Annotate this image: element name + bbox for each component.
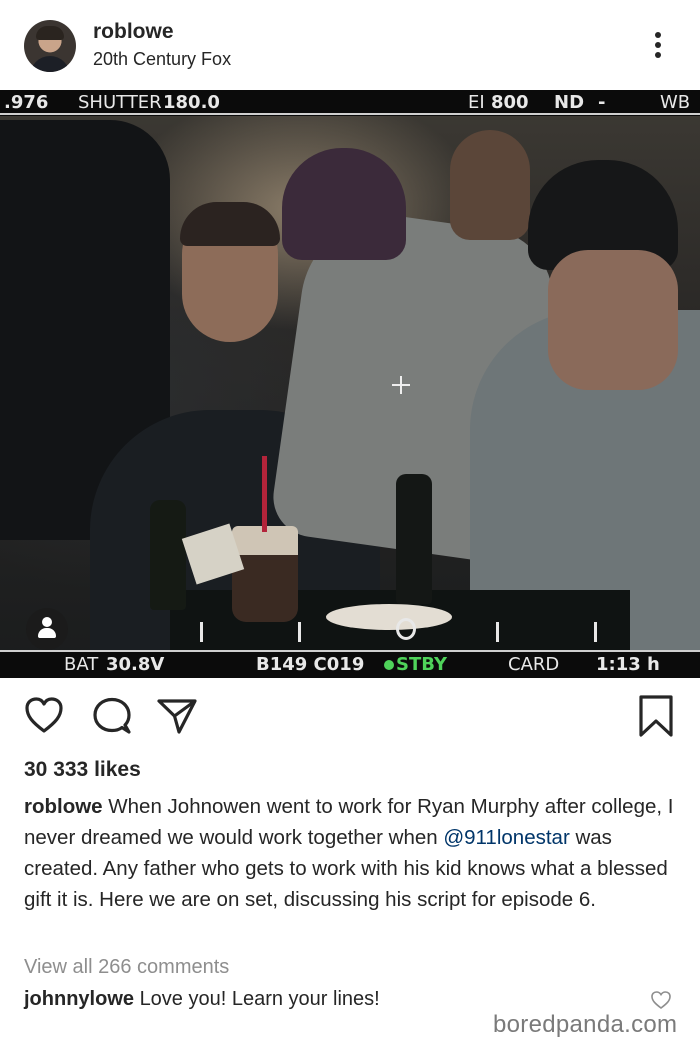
share-direct-icon[interactable] — [156, 697, 198, 735]
time-remaining: 1:13 h — [596, 654, 660, 675]
camera-hud-bottom: BAT 30.8V B149 C019 STBY CARD 1:13 h — [0, 650, 700, 678]
hud-tick-mark — [496, 622, 499, 642]
plate — [326, 604, 452, 630]
camera-hud-top: .976 SHUTTER 180.0 EI 800 ND - WB — [0, 90, 700, 116]
battery-label: BAT — [64, 654, 99, 675]
like-heart-icon[interactable] — [24, 696, 64, 734]
save-bookmark-icon[interactable] — [638, 694, 674, 738]
status-dot-icon — [384, 660, 394, 670]
post-username[interactable]: roblowe — [93, 20, 174, 44]
standby-status-text: STBY — [396, 654, 448, 675]
hud-tick-mark — [200, 622, 203, 642]
more-options-icon[interactable] — [648, 28, 668, 62]
ei-value: 800 — [491, 92, 529, 113]
focus-ring-icon — [396, 618, 416, 640]
post-actions — [0, 690, 700, 742]
shutter-value: 180.0 — [163, 92, 220, 113]
shutter-label: SHUTTER — [78, 92, 162, 113]
drink-cup — [232, 526, 298, 622]
likes-count[interactable]: 30 333 likes — [24, 758, 141, 782]
tagged-people-icon[interactable] — [26, 608, 68, 650]
standby-status: STBY — [384, 654, 447, 675]
hud-top-divider — [0, 113, 700, 115]
drink-straw — [262, 456, 267, 532]
right-man-face — [548, 250, 678, 390]
ei-label: EI — [468, 92, 485, 113]
post-header: roblowe 20th Century Fox — [0, 0, 700, 90]
post-caption: roblowe When Johnowen went to work for R… — [24, 791, 684, 915]
post-photo[interactable]: .976 SHUTTER 180.0 EI 800 ND - WB BAT 30… — [0, 90, 700, 678]
comment-row: johnnylowe Love you! Learn your lines! — [24, 988, 380, 1011]
comment-icon[interactable] — [92, 696, 132, 736]
focus-crosshair-icon — [392, 376, 410, 394]
nd-value: - — [598, 92, 606, 113]
hud-bottom-divider — [0, 650, 700, 652]
comment-username[interactable]: johnnylowe — [24, 988, 134, 1010]
aperture-readout: .976 — [4, 92, 49, 113]
bottle-right — [396, 474, 432, 604]
boredpanda-watermark: boredpanda.com — [493, 1011, 678, 1038]
avatar-hair — [36, 26, 64, 40]
clip-id: B149 C019 — [256, 654, 365, 675]
caption-username[interactable]: roblowe — [24, 795, 103, 818]
comment-like-heart-icon[interactable] — [650, 990, 672, 1010]
nd-label: ND — [554, 92, 585, 113]
seated-man-hair — [180, 202, 280, 246]
hud-tick-mark — [594, 622, 597, 642]
leaning-man-beanie — [282, 148, 406, 260]
bottle-left — [150, 500, 186, 610]
post-location[interactable]: 20th Century Fox — [93, 49, 231, 70]
profile-avatar[interactable] — [24, 20, 76, 72]
card-label: CARD — [508, 654, 560, 675]
comment-text: Love you! Learn your lines! — [139, 988, 380, 1010]
battery-value: 30.8V — [106, 654, 165, 675]
view-all-comments-link[interactable]: View all 266 comments — [24, 956, 229, 979]
background-woman — [450, 130, 530, 240]
hud-tick-mark — [298, 622, 301, 642]
avatar-shirt — [30, 56, 70, 72]
caption-mention-link[interactable]: @911lonestar — [443, 826, 569, 849]
wb-label: WB — [660, 92, 691, 113]
